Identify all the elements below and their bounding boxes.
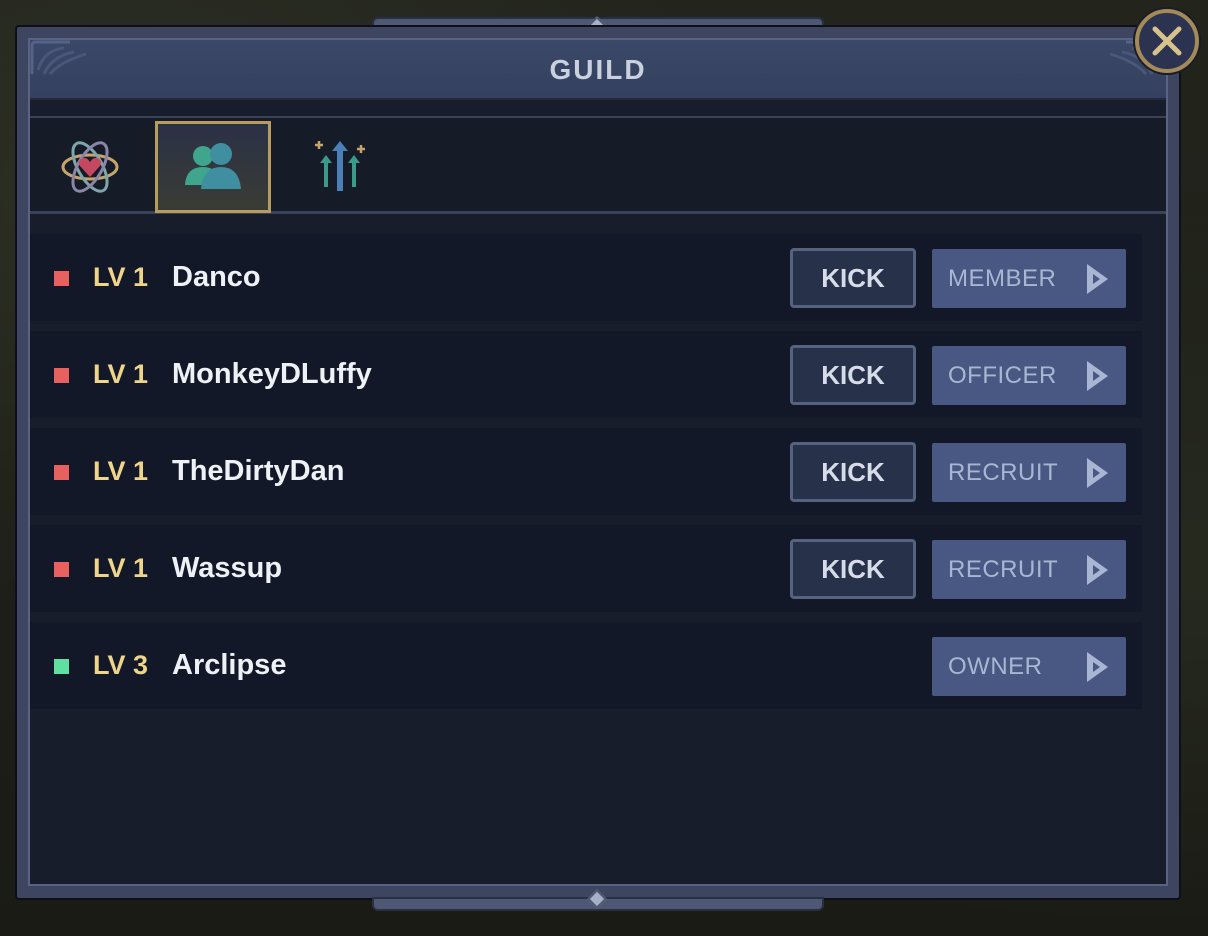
guild-tab-bar	[30, 116, 1166, 214]
member-level: LV 3	[93, 650, 149, 680]
status-indicator	[54, 562, 69, 577]
member-name: TheDirtyDan	[172, 455, 345, 487]
member-row: LV 1 Wassup KICK RECRUIT	[30, 525, 1142, 612]
rank-label: RECRUIT	[948, 556, 1059, 583]
member-name: Wassup	[172, 552, 283, 584]
rank-label: RECRUIT	[948, 459, 1059, 486]
rank-label: OFFICER	[948, 362, 1057, 389]
tab-members[interactable]	[155, 121, 271, 213]
member-row: LV 1 MonkeyDLuffy KICK OFFICER	[30, 331, 1142, 418]
tab-upgrades[interactable]	[282, 121, 398, 213]
member-name: Arclipse	[172, 649, 287, 681]
member-name: Danco	[172, 261, 261, 293]
member-level: LV 1	[93, 262, 149, 292]
member-level: LV 1	[93, 553, 149, 583]
rank-select-button[interactable]: MEMBER	[932, 249, 1126, 308]
kick-button[interactable]: KICK	[790, 248, 916, 308]
member-name: MonkeyDLuffy	[172, 358, 372, 390]
upgrade-arrows-icon	[315, 141, 365, 191]
close-button[interactable]	[1135, 9, 1199, 73]
atom-heart-icon	[61, 141, 119, 193]
rank-select-button[interactable]: OFFICER	[932, 346, 1126, 405]
play-arrow-icon	[1087, 458, 1108, 488]
play-arrow-icon	[1087, 652, 1108, 682]
status-indicator	[54, 465, 69, 480]
status-indicator	[54, 659, 69, 674]
rank-select-button[interactable]: RECRUIT	[932, 443, 1126, 502]
member-row: LV 1 Danco KICK MEMBER	[30, 234, 1142, 321]
rank-select-button[interactable]: RECRUIT	[932, 540, 1126, 599]
member-row: LV 3 Arclipse OWNER	[30, 622, 1142, 709]
status-indicator	[54, 271, 69, 286]
play-arrow-icon	[1087, 264, 1108, 294]
play-arrow-icon	[1087, 555, 1108, 585]
kick-button[interactable]: KICK	[790, 442, 916, 502]
window-header: GUILD	[30, 40, 1166, 100]
member-level: LV 1	[93, 456, 149, 486]
kick-button[interactable]: KICK	[790, 539, 916, 599]
tab-guild-info[interactable]	[32, 121, 148, 213]
window-title: GUILD	[549, 54, 647, 85]
corner-knot-ornament	[30, 40, 87, 76]
close-icon	[1152, 26, 1182, 56]
member-row: LV 1 TheDirtyDan KICK RECRUIT	[30, 428, 1142, 515]
kick-button[interactable]: KICK	[790, 345, 916, 405]
status-indicator	[54, 368, 69, 383]
rank-select-button[interactable]: OWNER	[932, 637, 1126, 696]
play-arrow-icon	[1087, 361, 1108, 391]
members-icon	[185, 143, 241, 189]
rank-label: OWNER	[948, 653, 1043, 680]
rank-label: MEMBER	[948, 265, 1057, 292]
member-level: LV 1	[93, 359, 149, 389]
